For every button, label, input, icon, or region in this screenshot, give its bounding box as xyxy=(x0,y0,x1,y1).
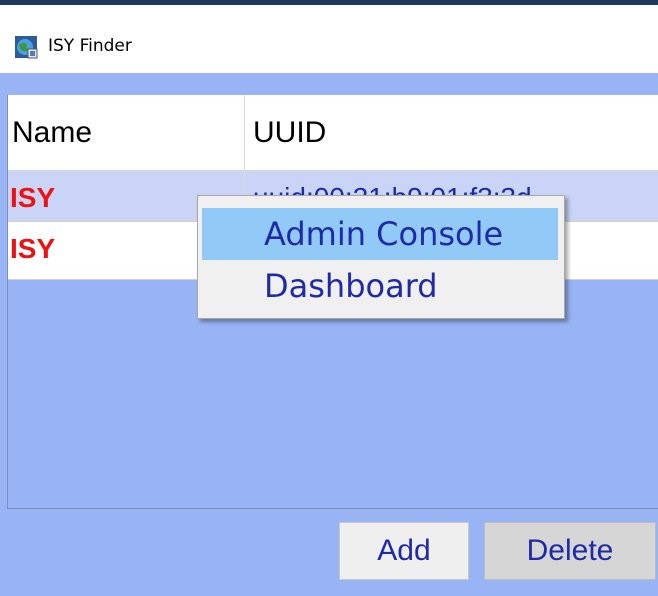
column-header-uuid[interactable]: UUID xyxy=(244,95,658,170)
globe-app-icon xyxy=(14,35,38,59)
title-bar: ISY Finder xyxy=(0,5,658,73)
menu-item-admin-console[interactable]: Admin Console xyxy=(202,208,558,260)
column-header-name[interactable]: Name xyxy=(12,95,238,170)
context-menu: Admin Console Dashboard xyxy=(197,195,565,319)
menu-item-dashboard[interactable]: Dashboard xyxy=(202,260,558,312)
add-button[interactable]: Add xyxy=(339,522,469,580)
table-bottom-border xyxy=(7,508,658,509)
top-strip xyxy=(0,73,658,95)
table-header: Name UUID xyxy=(8,95,658,171)
delete-button[interactable]: Delete xyxy=(484,522,656,580)
row-name-cell: ISY xyxy=(10,233,56,264)
row-name-cell: ISY xyxy=(10,182,56,213)
window-title: ISY Finder xyxy=(48,36,132,56)
